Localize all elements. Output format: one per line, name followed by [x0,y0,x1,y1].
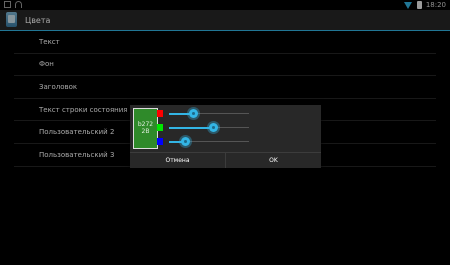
blue-slider-rest [185,141,249,142]
ok-button[interactable]: OK [225,153,321,168]
dialog-buttons: Отмена OK [130,152,321,168]
color-hex-part2: 2B [141,128,150,135]
green-slider-rest [213,127,249,128]
cancel-button[interactable]: Отмена [130,153,225,168]
blue-swatch [157,138,163,145]
blue-slider-thumb[interactable] [180,137,190,146]
red-swatch [157,110,163,117]
color-picker-dialog: b272 2B Отмена OK [130,105,321,168]
green-slider-thumb[interactable] [208,123,218,132]
green-swatch [157,124,163,131]
red-slider-thumb[interactable] [188,109,198,118]
color-hex-part1: b272 [137,121,154,128]
red-slider-row [155,109,249,118]
blue-slider-row [155,137,249,146]
green-slider-track[interactable] [169,127,213,129]
red-slider-rest [193,113,249,114]
green-slider-row [155,123,249,132]
